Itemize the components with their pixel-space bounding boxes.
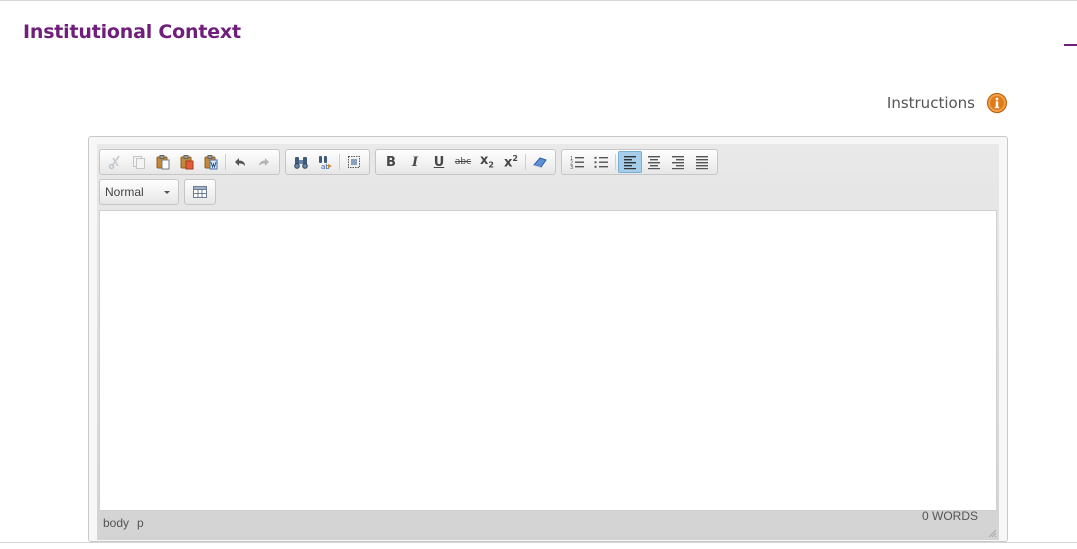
scissors-icon [108,155,120,170]
toolbar-group-editing: ab [285,149,370,175]
top-divider [0,0,1077,1]
resize-handle-icon[interactable] [987,528,997,538]
element-path-bar: body p [103,516,144,530]
cut-button[interactable] [103,151,127,173]
underline-button[interactable]: U [427,151,451,173]
instructions-label: Instructions [886,94,975,112]
toolbar-separator [615,154,616,170]
redo-icon [259,158,269,166]
rich-text-editor: ab B I U abc x2 x2 1 2 3 Normal body p 0… [88,136,1008,542]
align-left-button[interactable] [618,151,642,173]
word-count: 0 WORDS [921,509,978,523]
paste-button[interactable] [151,151,175,173]
strikethrough-button[interactable]: abc [451,151,475,173]
align-right-icon [672,156,684,170]
paste-from-word-button[interactable] [199,151,223,173]
bulleted-list-icon [594,156,608,168]
editor-toolbar-row-1: ab B I U abc x2 x2 1 2 3 [99,149,718,175]
copy-button[interactable] [127,151,151,173]
copy-icon [133,156,145,169]
align-left-icon [624,156,636,170]
paste-as-text-button[interactable] [175,151,199,173]
toolbar-separator [525,154,526,170]
section-title: Institutional Context [23,21,241,43]
toolbar-group-paragraph: 1 2 3 [561,149,718,175]
align-center-icon [648,156,660,170]
collapse-toggle[interactable] [1064,44,1077,46]
table-icon [193,186,207,198]
chevron-down-icon [164,190,170,194]
undo-icon [235,158,245,166]
path-element-p[interactable]: p [137,516,144,530]
paste-word-icon [204,155,218,170]
align-center-button[interactable] [642,151,666,173]
subscript-glyph: x2 [480,154,494,170]
editor-toolbar-row-2: Normal [99,179,216,205]
binoculars-icon [294,157,308,169]
italic-glyph: I [411,154,419,170]
underline-glyph: U [433,154,445,170]
superscript-index: 2 [512,153,518,163]
bold-glyph: B [386,154,396,170]
subscript-index: 2 [488,160,494,170]
bulleted-list-button[interactable] [589,151,613,173]
path-element-body[interactable]: body [103,516,129,530]
numbered-list-button[interactable]: 1 2 3 [565,151,589,173]
superscript-glyph: x2 [504,153,518,169]
justify-icon [696,156,708,170]
select-all-icon [348,156,360,168]
bold-button[interactable]: B [379,151,403,173]
replace-icon: ab [319,156,332,170]
strikethrough-glyph: abc [454,156,472,167]
justify-button[interactable] [690,151,714,173]
superscript-button[interactable]: x2 [499,151,523,173]
info-icon[interactable] [987,93,1007,113]
eraser-icon [533,157,547,168]
paragraph-format-value: Normal [105,185,144,199]
select-all-button[interactable] [342,151,366,173]
toolbar-separator [225,154,226,170]
editor-chrome: ab B I U abc x2 x2 1 2 3 Normal body p 0… [97,144,999,540]
bottom-divider [0,542,1077,543]
paragraph-format-select[interactable]: Normal [99,179,179,205]
editor-content-area[interactable] [99,210,997,511]
svg-text:3: 3 [570,165,573,170]
paste-text-icon [180,155,194,170]
toolbar-group-insert [184,179,216,205]
insert-table-button[interactable] [188,181,212,203]
undo-button[interactable] [228,151,252,173]
toolbar-group-basicstyles: B I U abc x2 x2 [375,149,556,175]
numbered-list-icon: 1 2 3 [570,156,584,170]
redo-button[interactable] [252,151,276,173]
toolbar-separator [339,154,340,170]
replace-button[interactable]: ab [313,151,337,173]
toolbar-group-clipboard [99,149,280,175]
instructions-link[interactable]: Instructions [887,93,1007,113]
align-right-button[interactable] [666,151,690,173]
italic-button[interactable]: I [403,151,427,173]
find-button[interactable] [289,151,313,173]
subscript-button[interactable]: x2 [475,151,499,173]
paste-icon [156,155,170,170]
remove-format-button[interactable] [528,151,552,173]
